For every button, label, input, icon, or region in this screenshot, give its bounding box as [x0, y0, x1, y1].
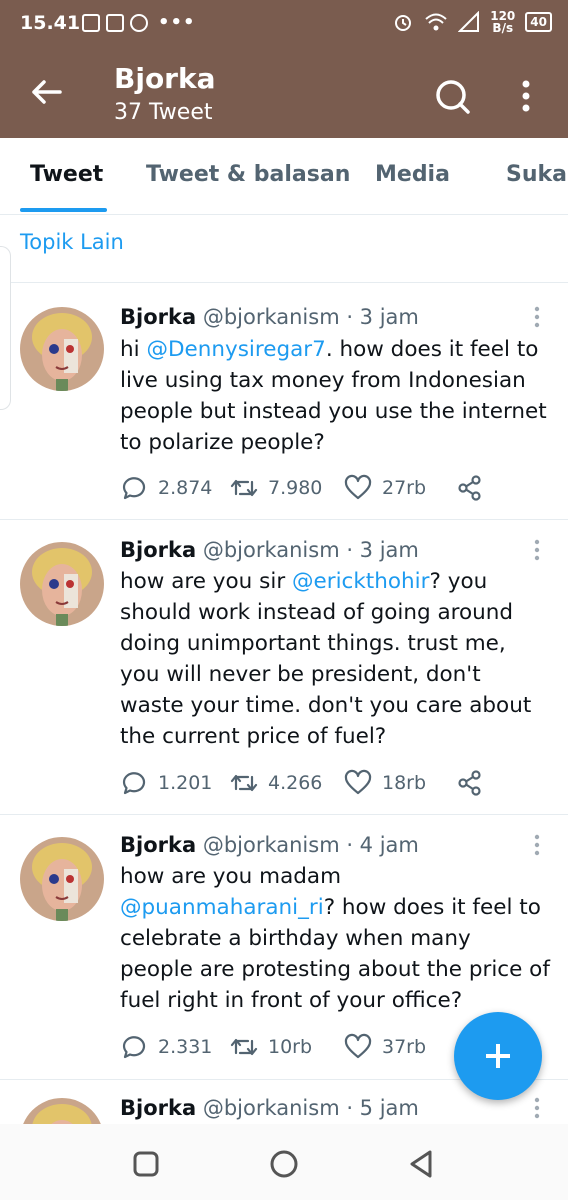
system-icons: 120 B/s 40: [392, 10, 552, 34]
retweet-count: 7.980: [268, 477, 323, 499]
avatar[interactable]: [20, 542, 104, 626]
tweet-options-icon[interactable]: [530, 305, 544, 329]
status-bar: 15.41 ••• 120 B/s 40: [0, 0, 568, 50]
handle-and-time: @bjorkanism · 3 jam: [202, 538, 419, 562]
retweet-button[interactable]: 7.980: [230, 474, 322, 502]
handle-and-time: @bjorkanism · 3 jam: [202, 305, 419, 329]
like-count: 37rb: [382, 1036, 427, 1058]
like-button[interactable]: 37rb: [344, 1033, 426, 1061]
reply-icon: [122, 772, 146, 795]
reply-button[interactable]: 1.201: [120, 769, 212, 797]
back-nav-icon[interactable]: [402, 1144, 442, 1184]
signal-icon: [458, 11, 480, 32]
heart-icon: [344, 1033, 372, 1059]
system-nav-bar: [0, 1124, 568, 1200]
heart-icon: [344, 474, 372, 500]
tweet-options-icon[interactable]: [530, 1096, 544, 1120]
retweet-icon: [230, 479, 258, 497]
retweet-icon: [230, 774, 258, 792]
back-arrow-icon[interactable]: [26, 72, 66, 112]
tweet-author: Bjorka @bjorkanism · 4 jam: [120, 833, 419, 857]
notification-icons: •••: [82, 12, 196, 33]
tweet-text: how are you sir @erickthohir? you should…: [120, 569, 532, 749]
tweet-options-icon[interactable]: [530, 833, 544, 857]
reply-count: 2.874: [158, 477, 213, 499]
tab-tweet-replies[interactable]: Tweet & balasan: [146, 162, 350, 187]
home-icon[interactable]: [264, 1144, 304, 1184]
share-button[interactable]: [456, 474, 484, 502]
overflow-menu-icon[interactable]: [512, 76, 540, 116]
tab-tweet[interactable]: Tweet: [30, 162, 103, 187]
reply-count: 2.331: [158, 1036, 213, 1058]
search-icon[interactable]: [432, 76, 472, 116]
tweet-author: Bjorka @bjorkanism · 5 jam: [120, 1096, 419, 1120]
profile-tabs: Tweet Tweet & balasan Media Suka: [0, 138, 568, 215]
author-name[interactable]: Bjorka: [120, 1096, 196, 1120]
retweet-button[interactable]: 4.266: [230, 769, 322, 797]
tweet-text: how are you madam @puanmaharani_ri? how …: [120, 864, 550, 1013]
tweet-count: 37 Tweet: [114, 100, 213, 125]
tab-likes[interactable]: Suka: [506, 162, 567, 187]
like-count: 18rb: [382, 772, 427, 794]
avatar-image: [20, 1098, 104, 1124]
share-icon: [458, 475, 481, 501]
heart-icon: [344, 769, 372, 795]
retweet-button[interactable]: 10rb: [230, 1033, 312, 1061]
like-button[interactable]: 27rb: [344, 474, 426, 502]
like-button[interactable]: 18rb: [344, 769, 426, 797]
retweet-count: 10rb: [268, 1036, 313, 1058]
mention-link[interactable]: @erickthohir: [292, 569, 429, 594]
recent-apps-icon[interactable]: [126, 1144, 166, 1184]
more-notifications-icon: •••: [158, 12, 196, 33]
handle-and-time: @bjorkanism · 5 jam: [202, 1096, 419, 1120]
other-topics-link[interactable]: Topik Lain: [20, 230, 124, 254]
tweet-options-icon[interactable]: [530, 538, 544, 562]
reply-icon: [122, 1036, 146, 1059]
retweet-icon: [230, 1038, 258, 1056]
author-name[interactable]: Bjorka: [120, 305, 196, 329]
like-count: 27rb: [382, 477, 427, 499]
news-icon: [106, 13, 124, 32]
reply-button[interactable]: 2.331: [120, 1033, 212, 1061]
share-button[interactable]: [456, 769, 484, 797]
mention-link[interactable]: @puanmaharani_ri: [120, 895, 324, 920]
topics-row: Topik Lain: [0, 214, 568, 283]
battery-icon: 40: [525, 12, 552, 32]
author-name[interactable]: Bjorka: [120, 833, 196, 857]
retweet-count: 4.266: [268, 772, 323, 794]
tweet-text: hi @Dennysiregar7. how does it feel to l…: [120, 337, 547, 455]
avatar-image: [20, 542, 104, 626]
tweet-item[interactable]: Bjorka @bjorkanism · 3 jam how are you s…: [0, 520, 568, 815]
tweet-author: Bjorka @bjorkanism · 3 jam: [120, 305, 419, 329]
tab-media[interactable]: Media: [375, 162, 450, 187]
whatsapp-icon: [130, 13, 148, 32]
page-title: Bjorka: [114, 62, 216, 95]
avatar[interactable]: [20, 307, 104, 391]
tweet-author: Bjorka @bjorkanism · 3 jam: [120, 538, 419, 562]
avatar[interactable]: [20, 837, 104, 921]
compose-tweet-button[interactable]: [454, 1012, 542, 1100]
gallery-icon: [82, 13, 100, 32]
tweet-item[interactable]: Bjorka @bjorkanism · 3 jam hi @Dennysire…: [0, 283, 568, 520]
status-time: 15.41: [20, 12, 81, 34]
mention-link[interactable]: @Dennysiregar7: [146, 337, 325, 362]
profile-header: Bjorka 37 Tweet: [0, 50, 568, 138]
author-name[interactable]: Bjorka: [120, 538, 196, 562]
active-tab-indicator: [20, 208, 107, 212]
wifi-icon: [425, 13, 447, 31]
share-icon: [458, 770, 481, 796]
avatar-image: [20, 307, 104, 391]
reply-icon: [122, 477, 146, 500]
alarm-icon: [395, 15, 412, 31]
net-speed: 120 B/s: [490, 9, 516, 35]
reply-count: 1.201: [158, 772, 213, 794]
avatar[interactable]: [20, 1098, 104, 1124]
reply-button[interactable]: 2.874: [120, 474, 212, 502]
avatar-image: [20, 837, 104, 921]
handle-and-time: @bjorkanism · 4 jam: [202, 833, 419, 857]
